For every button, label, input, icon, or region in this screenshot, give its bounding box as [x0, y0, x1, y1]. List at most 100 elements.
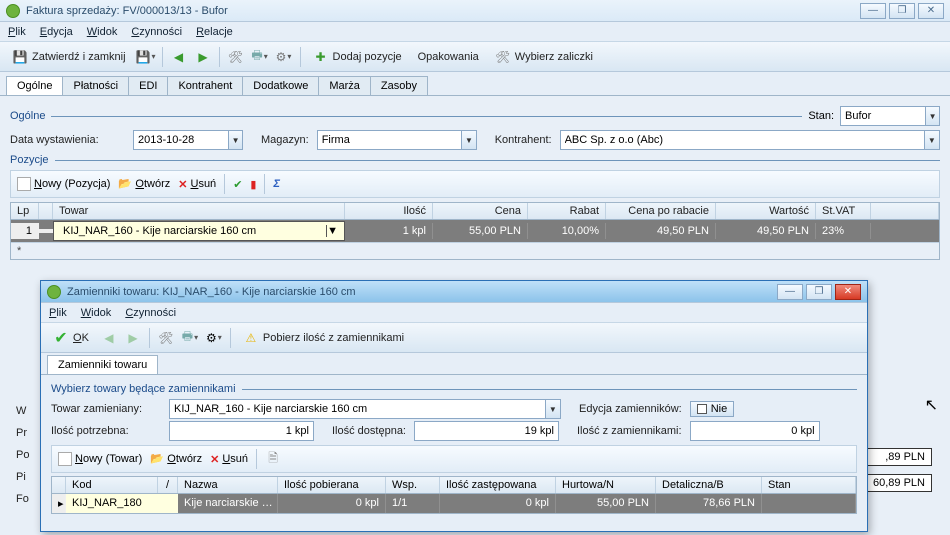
dlg-col-hurt[interactable]: Hurtowa/N — [556, 477, 656, 493]
dlg-new-button[interactable]: Nowy (Towar) — [58, 452, 142, 466]
advances-button[interactable]: 🛠 Wybierz zaliczki — [491, 47, 597, 67]
open-icon: 📂 — [118, 177, 132, 191]
packaging-button[interactable]: Opakowania — [414, 49, 483, 65]
dlg-col-wsp[interactable]: Wsp. — [386, 477, 440, 493]
tab-zasoby[interactable]: Zasoby — [370, 76, 428, 95]
stan-combo[interactable]: ▼ — [840, 106, 940, 126]
pobierz-button[interactable]: ⚠ Pobierz ilość z zamiennikami — [239, 328, 408, 348]
cursor-icon: ↖ — [925, 395, 938, 415]
dlg-close-button[interactable] — [835, 284, 861, 300]
print-icon[interactable]: 🖶 — [182, 330, 198, 346]
adv-icon[interactable]: ⚙ — [206, 330, 222, 346]
mag-label: Magazyn: — [261, 134, 309, 146]
new-label: Nowy (Pozycja) — [34, 178, 110, 190]
towar-zam-input[interactable] — [170, 400, 545, 418]
sigma-icon[interactable]: Σ — [273, 178, 280, 190]
col-cena[interactable]: Cena — [433, 203, 528, 219]
delete-position-button[interactable]: ✕Usuń — [178, 178, 216, 191]
dlg-col-detal[interactable]: Detaliczna/B — [656, 477, 762, 493]
tab-ogolne[interactable]: Ogólne — [6, 76, 63, 95]
tab-platnosci[interactable]: Płatności — [62, 76, 129, 95]
chevron-down-icon[interactable]: ▼ — [925, 107, 939, 125]
check-icon[interactable]: ✔ — [233, 178, 242, 191]
dlg-col-nazwa[interactable]: Nazwa — [178, 477, 278, 493]
new-position-button[interactable]: Nowy (Pozycja) — [17, 177, 110, 191]
date-input[interactable] — [134, 131, 228, 149]
dlg-delete-button[interactable]: ✕Usuń — [210, 453, 248, 466]
stop-icon[interactable]: ▮ — [250, 178, 256, 191]
new-row-marker[interactable]: * — [11, 242, 939, 259]
dlg-menu-widok[interactable]: Widok — [81, 307, 112, 319]
dlg-col-mark[interactable] — [52, 477, 66, 493]
dlg-menu-plik[interactable]: Plik — [49, 307, 67, 319]
mag-combo[interactable]: ▼ — [317, 130, 477, 150]
col-towar[interactable]: Towar — [53, 203, 345, 219]
date-combo[interactable]: ▼ — [133, 130, 243, 150]
ilosc-dost-value: 19 kpl — [414, 421, 559, 441]
print-icon[interactable]: 🖶 — [252, 49, 268, 65]
col-wartosc[interactable]: Wartość — [716, 203, 816, 219]
maximize-button[interactable]: ❐ — [889, 3, 915, 19]
chevron-down-icon[interactable]: ▼ — [545, 400, 560, 418]
back-icon[interactable]: ◀ — [171, 49, 187, 65]
dlg-menu-czynnosci[interactable]: Czynności — [125, 307, 176, 319]
cell-towar[interactable]: KIJ_NAR_160 - Kije narciarskie 160 cm ▼ — [53, 221, 345, 241]
col-cpr[interactable]: Cena po rabacie — [606, 203, 716, 219]
col-stvat[interactable]: St.VAT — [816, 203, 871, 219]
col-ilosc[interactable]: Ilość — [345, 203, 433, 219]
minimize-button[interactable]: — — [860, 3, 886, 19]
forward-icon[interactable]: ◀ — [125, 330, 141, 346]
open-position-button[interactable]: 📂Otwórz — [118, 177, 170, 191]
dlg-open-button[interactable]: 📂Otwórz — [150, 452, 202, 466]
nie-toggle[interactable]: Nie — [690, 401, 735, 417]
menu-plik[interactable]: Plik — [8, 26, 26, 38]
menu-edycja[interactable]: Edycja — [40, 26, 73, 38]
dlg-tab-zamienniki[interactable]: Zamienniki towaru — [47, 355, 158, 374]
back-icon[interactable]: ◀ — [101, 330, 117, 346]
kon-input[interactable] — [561, 131, 924, 149]
adv-icon[interactable]: ⚙ — [276, 49, 292, 65]
tools-icon[interactable]: 🛠 — [158, 330, 174, 346]
menu-widok[interactable]: Widok — [87, 26, 118, 38]
chevron-down-icon[interactable]: ▼ — [461, 131, 476, 149]
cell-towar-text: KIJ_NAR_160 - Kije narciarskie 160 cm — [60, 225, 326, 237]
add-position-button[interactable]: ✚ Dodaj pozycje — [309, 47, 406, 67]
chevron-down-icon[interactable]: ▼ — [924, 131, 939, 149]
towar-zam-combo[interactable]: ▼ — [169, 399, 561, 419]
tab-kontrahent[interactable]: Kontrahent — [167, 76, 243, 95]
col-rabat[interactable]: Rabat — [528, 203, 606, 219]
chevron-down-icon[interactable]: ▼ — [326, 225, 338, 237]
close-button[interactable]: ✕ — [918, 3, 944, 19]
tools-icon[interactable]: 🛠 — [228, 49, 244, 65]
col-mark[interactable] — [39, 203, 53, 219]
wrench-icon: 🛠 — [495, 49, 511, 65]
stan-input[interactable] — [841, 107, 925, 125]
ok-button[interactable]: ✔ OK — [49, 328, 93, 348]
tab-marza[interactable]: Marża — [318, 76, 371, 95]
dlg-maximize-button[interactable]: ❐ — [806, 284, 832, 300]
menu-czynnosci[interactable]: Czynności — [131, 26, 182, 38]
confirm-close-button[interactable]: 💾 Zatwierdź i zamknij — [8, 47, 130, 67]
dlg-col-izast[interactable]: Ilość zastępowana — [440, 477, 556, 493]
tab-dodatkowe[interactable]: Dodatkowe — [242, 76, 319, 95]
save-split-icon[interactable]: 💾 — [138, 49, 154, 65]
kon-combo[interactable]: ▼ — [560, 130, 940, 150]
menu-relacje[interactable]: Relacje — [196, 26, 233, 38]
dlg-minimize-button[interactable]: — — [777, 284, 803, 300]
forward-icon[interactable]: ◀ — [195, 49, 211, 65]
app-icon — [47, 285, 61, 299]
tab-edi[interactable]: EDI — [128, 76, 168, 95]
dlg-cell-kod[interactable]: KIJ_NAR_180 — [66, 494, 178, 513]
dlg-col-stan[interactable]: Stan — [762, 477, 856, 493]
dlg-col-slash[interactable]: / — [158, 477, 178, 493]
doc-icon[interactable]: 🗎 — [265, 451, 281, 467]
dlg-col-kod[interactable]: Kod — [66, 477, 158, 493]
col-lp[interactable]: Lp — [11, 203, 39, 219]
towar-zam-label: Towar zamieniany: — [51, 403, 161, 415]
dlg-table-row[interactable]: ▸ KIJ_NAR_180 Kije narciarskie … 0 kpl 1… — [51, 494, 857, 514]
mag-input[interactable] — [318, 131, 461, 149]
chevron-down-icon[interactable]: ▼ — [228, 131, 242, 149]
dlg-group-label: Wybierz towary będące zamiennikami — [51, 383, 242, 395]
dlg-col-ipob[interactable]: Ilość pobierana — [278, 477, 386, 493]
table-row[interactable]: 1 KIJ_NAR_160 - Kije narciarskie 160 cm … — [11, 220, 939, 242]
